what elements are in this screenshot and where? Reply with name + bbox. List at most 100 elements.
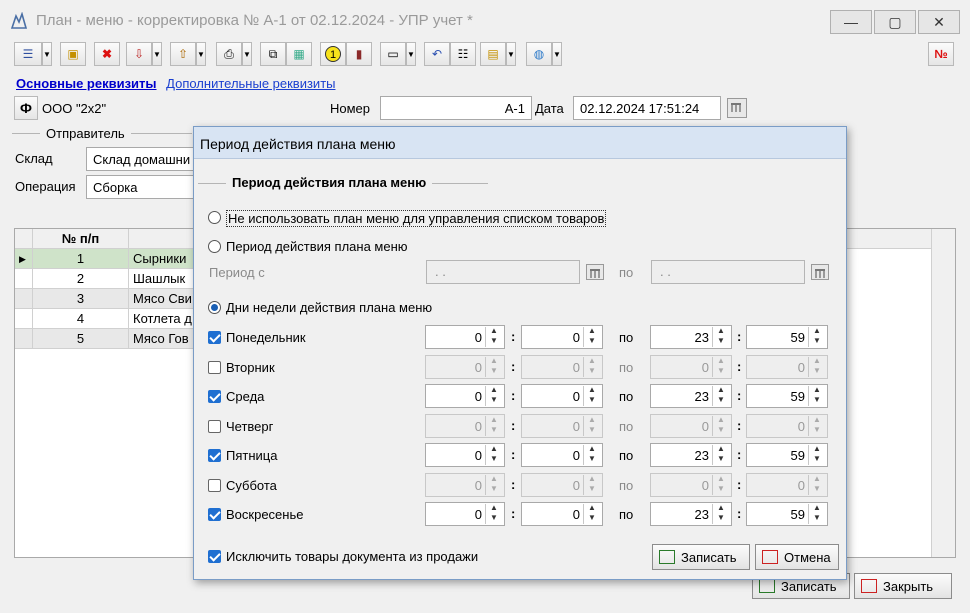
start-minute-stepper[interactable]: 0 xyxy=(521,502,603,526)
start-hour-stepper[interactable]: 0 xyxy=(425,384,505,408)
start-minute-stepper[interactable]: 0 xyxy=(521,413,603,438)
stepper-arrows-icon[interactable] xyxy=(808,356,826,377)
new-document-button[interactable]: ▣ xyxy=(60,42,86,66)
start-minute-stepper[interactable]: 0 xyxy=(521,354,603,379)
start-hour-stepper[interactable]: 0 xyxy=(425,325,505,349)
day-checkbox[interactable] xyxy=(208,360,221,374)
stepper-arrows-icon[interactable] xyxy=(712,356,730,377)
export-button[interactable]: ⇧ xyxy=(170,42,196,66)
minimize-button[interactable]: — xyxy=(830,10,872,34)
list-menu-button[interactable]: ☰ xyxy=(14,42,42,66)
end-hour-stepper[interactable]: 0 xyxy=(650,413,732,438)
tag-button[interactable]: ▭ xyxy=(380,42,406,66)
end-minute-stepper[interactable]: 0 xyxy=(746,413,828,438)
folder-button[interactable]: ▤ xyxy=(480,42,506,66)
tab-extra-details[interactable]: Дополнительные реквизиты xyxy=(166,76,335,91)
day-label[interactable]: Пятница xyxy=(226,448,277,463)
maximize-button[interactable]: ▢ xyxy=(874,10,916,34)
end-hour-stepper[interactable]: 0 xyxy=(650,354,732,379)
start-minute-stepper[interactable]: 0 xyxy=(521,472,603,497)
stepper-arrows-icon[interactable] xyxy=(583,415,601,436)
calendar-to-icon[interactable] xyxy=(811,264,829,280)
globe-button[interactable]: ◍ xyxy=(526,42,552,66)
end-hour-stepper[interactable]: 23 xyxy=(650,325,732,349)
day-checkbox[interactable] xyxy=(208,449,221,462)
stepper-arrows-icon[interactable] xyxy=(712,415,730,436)
calendar-from-icon[interactable] xyxy=(586,264,604,280)
tag-dropdown[interactable]: ▼ xyxy=(406,42,416,66)
end-minute-stepper[interactable]: 59 xyxy=(746,325,828,349)
list-menu-dropdown[interactable]: ▼ xyxy=(42,42,52,66)
stepper-arrows-icon[interactable] xyxy=(712,503,730,524)
tab-main-details[interactable]: Основные реквизиты xyxy=(16,76,157,91)
table-scrollbar[interactable] xyxy=(931,229,955,557)
numbering-button[interactable]: № xyxy=(928,42,954,66)
day-label[interactable]: Вторник xyxy=(226,360,275,375)
calendar-icon[interactable] xyxy=(727,98,747,118)
end-hour-stepper[interactable]: 23 xyxy=(650,502,732,526)
col-number-header[interactable]: № п/п xyxy=(33,229,129,249)
stepper-arrows-icon[interactable] xyxy=(583,503,601,524)
day-label[interactable]: Четверг xyxy=(226,419,273,434)
stepper-arrows-icon[interactable] xyxy=(808,474,826,495)
col-name-header[interactable] xyxy=(129,229,199,249)
picture-button[interactable]: ▦ xyxy=(286,42,312,66)
radio-no-plan[interactable] xyxy=(208,211,221,224)
radio-weekdays[interactable] xyxy=(208,301,221,314)
print-dropdown[interactable]: ▼ xyxy=(242,42,252,66)
radio-no-plan-label[interactable]: Не использовать план меню для управления… xyxy=(226,210,607,227)
stepper-arrows-icon[interactable] xyxy=(485,415,503,436)
start-hour-stepper[interactable]: 0 xyxy=(425,472,505,497)
import-button[interactable]: ⇩ xyxy=(126,42,152,66)
end-minute-stepper[interactable]: 59 xyxy=(746,443,828,467)
import-dropdown[interactable]: ▼ xyxy=(152,42,162,66)
day-checkbox[interactable] xyxy=(208,508,221,521)
stepper-arrows-icon[interactable] xyxy=(712,474,730,495)
stepper-arrows-icon[interactable] xyxy=(808,503,826,524)
day-label[interactable]: Воскресенье xyxy=(226,507,303,522)
dialog-cancel-button[interactable]: Отмена xyxy=(755,544,839,570)
stepper-arrows-icon[interactable] xyxy=(583,385,601,406)
stepper-arrows-icon[interactable] xyxy=(485,503,503,524)
stepper-arrows-icon[interactable] xyxy=(808,326,826,347)
folder-dropdown[interactable]: ▼ xyxy=(506,42,516,66)
delete-button[interactable]: ✖ xyxy=(94,42,120,66)
end-minute-stepper[interactable]: 0 xyxy=(746,472,828,497)
stepper-arrows-icon[interactable] xyxy=(485,385,503,406)
operation-field[interactable]: Сборка xyxy=(86,175,196,199)
end-minute-stepper[interactable]: 59 xyxy=(746,502,828,526)
stepper-arrows-icon[interactable] xyxy=(808,415,826,436)
globe-dropdown[interactable]: ▼ xyxy=(552,42,562,66)
dialog-save-button[interactable]: Записать xyxy=(652,544,750,570)
copy-button[interactable]: ⧉ xyxy=(260,42,286,66)
export-dropdown[interactable]: ▼ xyxy=(196,42,206,66)
end-hour-stepper[interactable]: 23 xyxy=(650,443,732,467)
number-field[interactable]: А-1 xyxy=(380,96,532,120)
undo-button[interactable]: ↶ xyxy=(424,42,450,66)
exclude-checkbox[interactable] xyxy=(208,550,221,563)
start-hour-stepper[interactable]: 0 xyxy=(425,502,505,526)
period-to-field[interactable]: . . xyxy=(651,260,805,284)
start-minute-stepper[interactable]: 0 xyxy=(521,325,603,349)
stepper-arrows-icon[interactable] xyxy=(583,356,601,377)
structure-button[interactable]: ☷ xyxy=(450,42,476,66)
start-hour-stepper[interactable]: 0 xyxy=(425,413,505,438)
stepper-arrows-icon[interactable] xyxy=(485,326,503,347)
stepper-arrows-icon[interactable] xyxy=(712,385,730,406)
print-button[interactable]: ⎙ xyxy=(216,42,242,66)
day-checkbox[interactable] xyxy=(208,419,221,433)
book-button[interactable]: ▮ xyxy=(346,42,372,66)
stepper-arrows-icon[interactable] xyxy=(485,444,503,465)
close-window-button[interactable]: ✕ xyxy=(918,10,960,34)
day-label[interactable]: Понедельник xyxy=(226,330,306,345)
start-minute-stepper[interactable]: 0 xyxy=(521,384,603,408)
stepper-arrows-icon[interactable] xyxy=(808,385,826,406)
radio-period-label[interactable]: Период действия плана меню xyxy=(226,239,408,254)
start-hour-stepper[interactable]: 0 xyxy=(425,354,505,379)
close-button[interactable]: Закрыть xyxy=(854,573,952,599)
end-minute-stepper[interactable]: 0 xyxy=(746,354,828,379)
day-checkbox[interactable] xyxy=(208,390,221,403)
period-from-field[interactable]: . . xyxy=(426,260,580,284)
stepper-arrows-icon[interactable] xyxy=(712,444,730,465)
stepper-arrows-icon[interactable] xyxy=(485,474,503,495)
